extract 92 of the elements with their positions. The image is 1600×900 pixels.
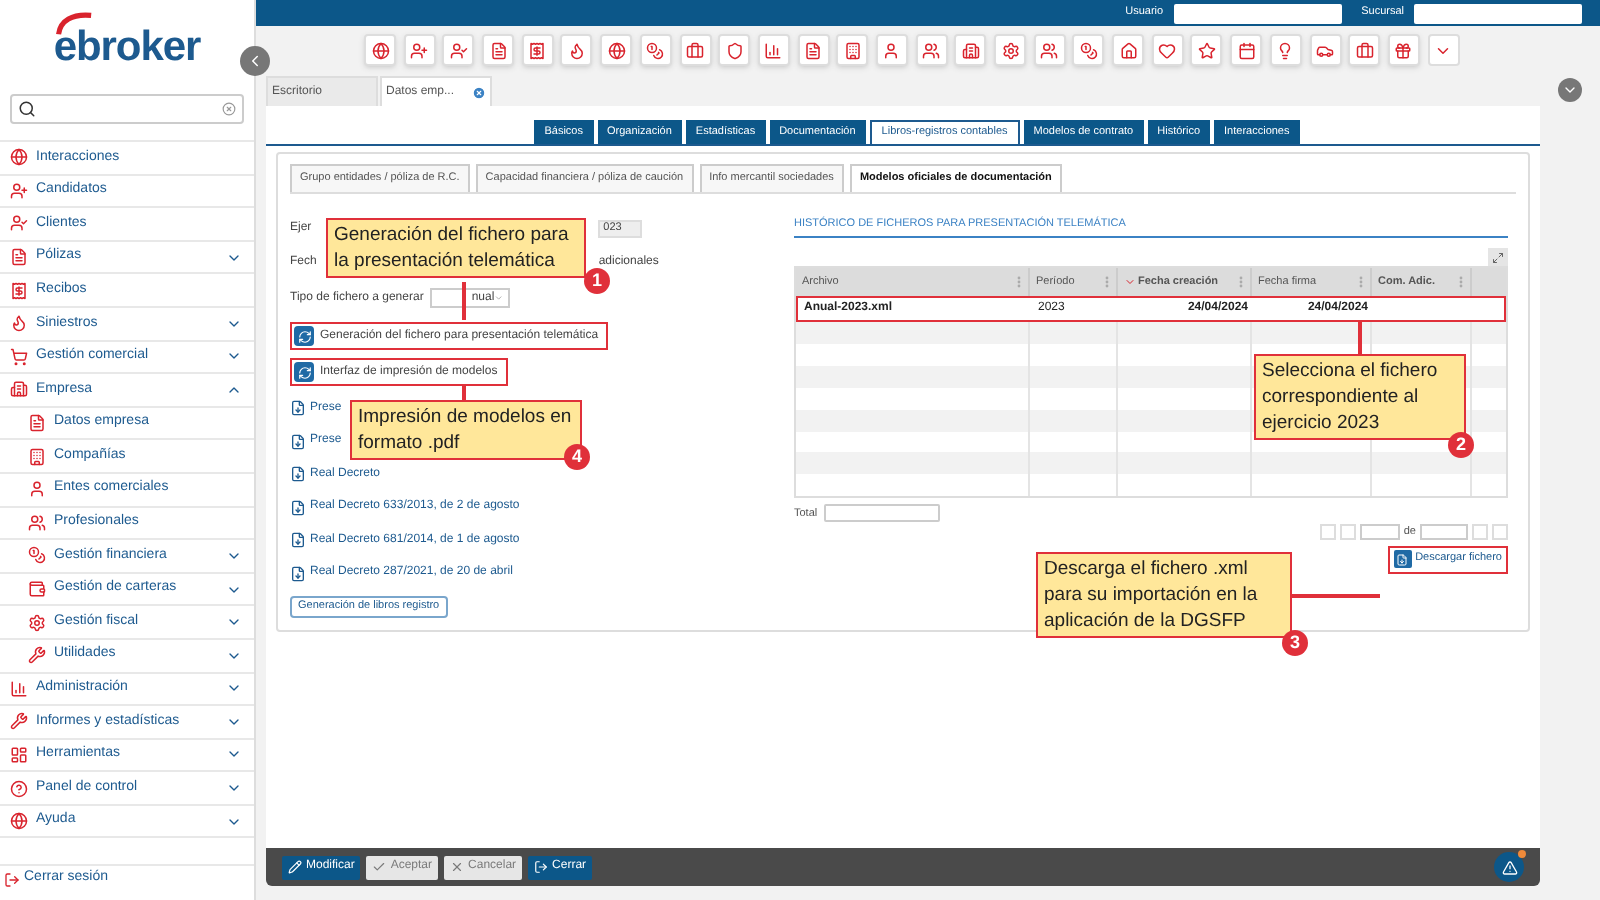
menu-icon [28,447,46,466]
expand-button[interactable] [1488,248,1508,267]
toolbar-icon[interactable] [757,34,790,66]
document-icon [290,499,306,515]
document-icon [290,400,306,416]
button-icon [372,860,387,874]
button-icon [534,860,549,874]
refresh-icon [294,362,314,382]
toolbar-icon[interactable] [600,34,633,66]
toolbar-icon[interactable] [836,34,869,66]
menu-icon [10,347,28,366]
menu-icon [28,546,46,565]
drag-handle-icon [1358,276,1364,289]
refresh-icon [294,326,314,346]
toolbar-icon[interactable] [797,34,830,66]
callout-note: Selecciona el fichero correspondiente al ejercicio 2023 [1254,354,1466,440]
branch-field[interactable] [1414,3,1582,23]
panel-toggle-button[interactable] [1558,78,1582,102]
toolbar-icon[interactable] [403,34,436,66]
toolbar-icon[interactable] [1269,34,1302,66]
toolbar-icon[interactable] [1033,34,1066,66]
search-icon [18,100,36,118]
download-icon [1393,550,1412,568]
brand-logo: ebroker [53,12,201,80]
warning-button[interactable] [1494,852,1524,882]
leader-line [1292,594,1380,597]
menu-icon [10,314,28,333]
total-field[interactable] [823,504,940,523]
document-icon [290,532,306,548]
sort-icon [1124,276,1136,289]
toolbar-icon[interactable] [915,34,948,66]
clear-icon[interactable] [222,102,236,116]
leader-line [1358,322,1361,354]
toolbar-icon[interactable] [1151,34,1184,66]
close-icon[interactable] [472,85,486,99]
menu-icon [10,248,28,267]
toolbar-icon[interactable] [364,34,396,66]
menu-icon [10,745,28,764]
toolbar-icon[interactable] [560,34,593,66]
toolbar-icon[interactable] [1112,34,1145,66]
chevron-down-icon [1562,82,1578,98]
drag-handle-icon [1016,276,1022,289]
menu-icon [28,414,46,433]
toolbar-icon[interactable] [1348,34,1381,66]
menu-icon [10,712,28,731]
drag-handle-icon [1458,276,1464,289]
chevron-left-icon [246,52,264,70]
toolbar-icon[interactable] [639,34,672,66]
leader-line [462,282,465,320]
document-icon [290,433,306,449]
menu-icon [10,812,28,831]
callout-note: Generación del fichero para la presentación telemática [326,218,586,278]
menu-icon [10,181,28,200]
warning-icon [1501,859,1517,875]
menu-icon [10,281,28,300]
document-icon [290,466,306,482]
toolbar-icon[interactable] [954,34,987,66]
callout-note: Descarga el fichero .xml para su importación en la aplicación de la DGSFP [1036,552,1292,638]
toolbar-icon[interactable] [679,34,711,66]
menu-icon [28,613,46,632]
button-icon [288,860,302,874]
menu-icon [10,679,28,698]
menu-icon [28,646,46,665]
user-field[interactable] [1173,3,1342,23]
logout-icon [4,871,20,887]
page-count-field[interactable] [1420,524,1468,541]
page-field[interactable] [1359,524,1400,541]
toolbar-icon[interactable] [875,34,908,66]
toolbar-icon[interactable] [1230,34,1263,66]
menu-icon [28,580,46,599]
toolbar-icon[interactable] [1309,34,1341,66]
drag-handle-icon [1238,276,1244,289]
toolbar-icon[interactable] [521,34,554,66]
toolbar-icon[interactable] [482,34,515,66]
drag-handle-icon [1104,276,1110,289]
toolbar-icon[interactable] [1190,34,1223,66]
menu-icon [28,480,46,499]
search-field[interactable] [10,94,244,124]
toolbar-icon[interactable] [994,34,1026,66]
toolbar-icon[interactable] [718,34,751,66]
toolbar-icon[interactable] [1387,34,1420,66]
toolbar-icon[interactable] [1072,34,1105,66]
menu-icon [10,214,28,233]
toolbar-icon[interactable] [442,34,475,66]
menu-icon [10,380,28,399]
menu-icon [28,513,46,532]
menu-icon [10,779,28,798]
menu-icon [10,148,28,167]
document-icon [290,565,306,581]
collapse-button[interactable] [240,46,270,76]
button-icon [450,860,465,874]
caret-icon [494,292,504,304]
